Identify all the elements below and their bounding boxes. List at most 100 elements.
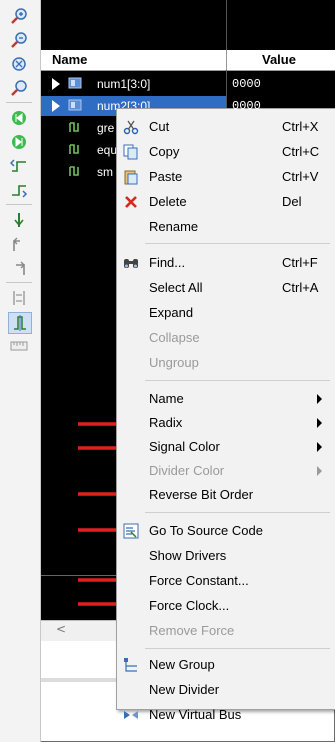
menu-label: Rename	[149, 219, 199, 234]
menu-shortcut: Ctrl+V	[282, 169, 319, 184]
menu-label: Divider Color	[149, 463, 225, 478]
menu-label: Collapse	[149, 330, 200, 345]
menu-item-collapse[interactable]: Collapse	[117, 326, 335, 350]
menu-separator	[145, 380, 330, 381]
menu-label: New Divider	[149, 682, 220, 697]
scroll-left-button[interactable]: <	[56, 622, 66, 636]
scissors-icon	[123, 119, 139, 135]
menu-label: Reverse Bit Order	[149, 487, 254, 502]
menu-shortcut: Ctrl+C	[282, 144, 320, 159]
signal-name: gre	[97, 121, 115, 135]
zoom-out-icon[interactable]	[8, 30, 30, 50]
menu-shortcut: Ctrl+X	[282, 119, 319, 134]
logic-signal-icon	[69, 122, 79, 132]
menu-item-force-constant[interactable]: Force Constant...	[117, 569, 335, 593]
menu-item-new-divider[interactable]: New Divider	[117, 678, 335, 702]
go-to-end-icon[interactable]	[8, 132, 30, 152]
submenu-arrow-icon	[317, 394, 322, 404]
menu-separator	[145, 648, 330, 649]
menu-item-name[interactable]: Name	[117, 387, 335, 411]
waveform-toolbar	[0, 0, 41, 742]
toolbar-separator	[6, 204, 32, 205]
logic-signal-icon	[69, 144, 79, 154]
signal-name: equ	[97, 143, 118, 157]
menu-label: Signal Color	[149, 439, 220, 454]
delete-x-icon	[123, 194, 139, 210]
menu-item-show-drivers[interactable]: Show Drivers	[117, 544, 335, 568]
menu-label: Name	[149, 391, 184, 406]
menu-item-expand[interactable]: Expand	[117, 301, 335, 325]
expand-arrow-icon[interactable]	[52, 78, 60, 90]
menu-label: Radix	[149, 415, 183, 430]
menu-shortcut: Ctrl+F	[282, 255, 318, 270]
next-transition-icon[interactable]	[8, 180, 30, 200]
context-menu: Cut Ctrl+X Copy Ctrl+C Paste Ctrl+V Dele…	[116, 108, 335, 722]
menu-item-go-to-source-code[interactable]: Go To Source Code	[117, 519, 335, 543]
signal-name: sm	[97, 165, 113, 179]
submenu-arrow-icon	[317, 418, 322, 428]
menu-item-paste[interactable]: Paste Ctrl+V	[117, 165, 335, 189]
menu-item-find[interactable]: Find... Ctrl+F	[117, 251, 335, 275]
previous-transition-icon[interactable]	[8, 156, 30, 176]
menu-item-force-clock[interactable]: Force Clock...	[117, 594, 335, 618]
signal-value: 0000	[232, 99, 261, 113]
logic-signal-icon	[69, 166, 79, 176]
toolbar-separator	[6, 282, 32, 283]
bus-signal-icon	[68, 99, 82, 111]
signal-row-num1[interactable]: num1[3:0]	[40, 74, 226, 94]
source-code-icon	[123, 523, 139, 539]
go-to-start-icon[interactable]	[8, 108, 30, 128]
binoculars-icon	[123, 255, 139, 271]
menu-item-new-group[interactable]: New Group	[117, 653, 335, 677]
signal-value: 0000	[232, 77, 261, 91]
menu-item-rename[interactable]: Rename	[117, 215, 335, 239]
name-column-header[interactable]: Name	[52, 52, 87, 67]
submenu-arrow-icon	[317, 466, 322, 476]
floating-ruler-icon[interactable]	[8, 336, 30, 356]
menu-item-reverse-bit-order[interactable]: Reverse Bit Order	[117, 483, 335, 507]
menu-label: Copy	[149, 144, 180, 159]
zoom-cursor-icon[interactable]	[8, 78, 30, 98]
menu-item-copy[interactable]: Copy Ctrl+C	[117, 140, 335, 164]
menu-label: New Virtual Bus	[149, 707, 242, 722]
expand-arrow-icon[interactable]	[52, 100, 60, 112]
menu-separator	[145, 512, 330, 513]
copy-icon	[123, 144, 139, 160]
swap-cursors-icon[interactable]	[8, 288, 30, 308]
menu-item-radix[interactable]: Radix	[117, 411, 335, 435]
menu-label: Select All	[149, 280, 203, 295]
menu-label: Force Constant...	[149, 573, 249, 588]
menu-label: Expand	[149, 305, 194, 320]
menu-label: Show Drivers	[149, 548, 227, 563]
menu-label: Cut	[149, 119, 170, 134]
menu-shortcut: Del	[282, 194, 302, 209]
menu-item-cut[interactable]: Cut Ctrl+X	[117, 115, 335, 139]
menu-item-divider-color[interactable]: Divider Color	[117, 459, 335, 483]
menu-item-new-virtual-bus[interactable]: New Virtual Bus	[117, 703, 335, 727]
menu-shortcut: Ctrl+A	[282, 280, 319, 295]
virtual-bus-icon	[123, 707, 139, 723]
next-marker-icon[interactable]	[8, 258, 30, 278]
bus-signal-icon	[68, 77, 82, 89]
menu-label: Ungroup	[149, 355, 199, 370]
menu-item-delete[interactable]: Delete Del	[117, 190, 335, 214]
zoom-in-icon[interactable]	[8, 6, 30, 26]
previous-marker-icon[interactable]	[8, 234, 30, 254]
snap-to-transition-icon[interactable]	[8, 312, 32, 334]
menu-item-remove-force[interactable]: Remove Force	[117, 619, 335, 643]
menu-item-ungroup[interactable]: Ungroup	[117, 351, 335, 375]
menu-label: Paste	[149, 169, 183, 184]
menu-item-signal-color[interactable]: Signal Color	[117, 435, 335, 459]
submenu-arrow-icon	[317, 442, 322, 452]
menu-label: Go To Source Code	[149, 523, 263, 538]
toolbar-separator	[6, 102, 32, 103]
value-column-header[interactable]: Value	[262, 52, 296, 67]
menu-label: Delete	[149, 194, 187, 209]
header-divider	[226, 50, 227, 70]
menu-item-select-all[interactable]: Select All Ctrl+A	[117, 276, 335, 300]
add-marker-icon[interactable]	[8, 210, 30, 230]
menu-label: Find...	[149, 255, 186, 270]
menu-label: Force Clock...	[149, 598, 230, 613]
group-icon	[123, 657, 139, 673]
zoom-fit-icon[interactable]	[8, 54, 30, 74]
